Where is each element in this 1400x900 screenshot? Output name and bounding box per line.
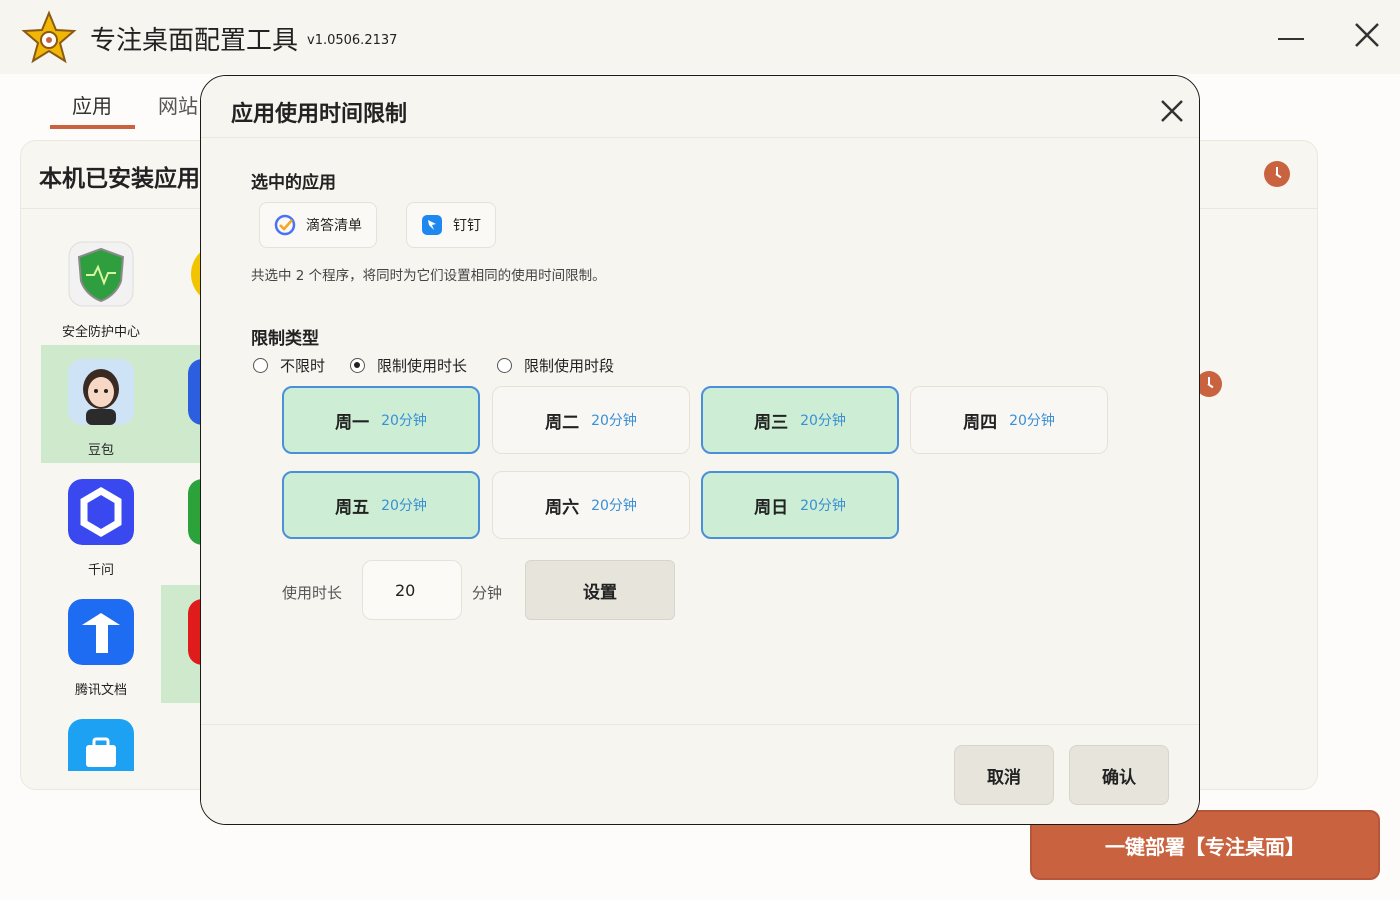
duration-label: 使用时长 xyxy=(282,584,343,602)
dingtalk-icon xyxy=(422,215,442,235)
app-item[interactable] xyxy=(41,705,161,771)
time-limit-dialog: 应用使用时间限制 选中的应用 滴答清单 钉钉 共选中 2 个程序，将同时为它们设… xyxy=(200,75,1200,825)
clock-icon[interactable] xyxy=(1264,161,1290,187)
qianwen-icon xyxy=(68,479,134,545)
day-name: 周四 xyxy=(963,412,998,433)
day-name: 周三 xyxy=(754,412,789,433)
selected-app-label: 钉钉 xyxy=(453,218,481,234)
doubao-avatar-icon xyxy=(68,359,134,425)
day-card-sat[interactable]: 周六 20分钟 xyxy=(492,471,690,539)
day-name: 周一 xyxy=(335,412,370,433)
app-version: v1.0506.2137 xyxy=(307,33,398,48)
app-item[interactable]: 腾讯文档 xyxy=(41,585,161,703)
selected-app-label: 滴答清单 xyxy=(306,218,362,234)
day-name: 周五 xyxy=(335,497,370,518)
app-label: 腾讯文档 xyxy=(74,683,127,698)
radio-button[interactable] xyxy=(253,358,268,373)
radio-limit-duration[interactable]: 限制使用时长 xyxy=(350,355,467,376)
dida-check-icon xyxy=(274,214,296,236)
selection-hint: 共选中 2 个程序，将同时为它们设置相同的使用时间限制。 xyxy=(251,268,606,284)
day-card-tue[interactable]: 周二 20分钟 xyxy=(492,386,690,454)
day-card-fri[interactable]: 周五 20分钟 xyxy=(282,471,480,539)
radio-no-limit[interactable]: 不限时 xyxy=(253,355,325,376)
duration-unit: 分钟 xyxy=(472,584,503,602)
app-item[interactable]: 千问 xyxy=(41,465,161,583)
toolbox-icon xyxy=(68,719,134,771)
selected-app-chip: 滴答清单 xyxy=(259,202,377,248)
panel-title: 本机已安装应用 xyxy=(39,166,200,192)
day-name: 周二 xyxy=(545,412,580,433)
day-name: 周六 xyxy=(545,497,580,518)
tab-apps[interactable]: 应用 xyxy=(72,90,112,119)
day-card-mon[interactable]: 周一 20分钟 xyxy=(282,386,480,454)
day-value: 20分钟 xyxy=(381,413,427,429)
day-value: 20分钟 xyxy=(591,498,637,514)
set-button[interactable]: 设置 xyxy=(525,560,675,620)
selected-app-chip: 钉钉 xyxy=(406,202,496,248)
minimize-icon[interactable] xyxy=(1276,24,1306,54)
star-medal-icon xyxy=(21,10,77,64)
day-name: 周日 xyxy=(754,497,789,518)
tencent-docs-icon xyxy=(68,599,134,665)
radio-label: 限制使用时长 xyxy=(377,357,468,375)
shield-icon xyxy=(68,241,134,307)
close-icon[interactable] xyxy=(1157,96,1187,126)
app-item[interactable]: 安全防护中心 xyxy=(41,227,161,345)
day-card-wed[interactable]: 周三 20分钟 xyxy=(701,386,899,454)
day-value: 20分钟 xyxy=(591,413,637,429)
day-value: 20分钟 xyxy=(800,498,846,514)
app-label: 千问 xyxy=(87,563,114,578)
day-value: 20分钟 xyxy=(800,413,846,429)
radio-button[interactable] xyxy=(497,358,512,373)
dialog-title: 应用使用时间限制 xyxy=(231,102,408,127)
title-bar: 专注桌面配置工具 v1.0506.2137 xyxy=(0,0,1400,74)
radio-label: 不限时 xyxy=(280,357,326,375)
duration-input[interactable] xyxy=(362,560,462,620)
dialog-footer: 取消 确认 xyxy=(201,724,1199,824)
app-label: 安全防护中心 xyxy=(61,325,140,340)
dialog-body: 选中的应用 滴答清单 钉钉 共选中 2 个程序，将同时为它们设置相同的使用时间限… xyxy=(201,138,1199,724)
selected-apps-title: 选中的应用 xyxy=(251,173,336,193)
day-card-thu[interactable]: 周四 20分钟 xyxy=(910,386,1108,454)
day-value: 20分钟 xyxy=(381,498,427,514)
day-card-sun[interactable]: 周日 20分钟 xyxy=(701,471,899,539)
close-icon[interactable] xyxy=(1352,20,1382,50)
app-item[interactable]: 豆包 xyxy=(41,345,161,463)
radio-limit-period[interactable]: 限制使用时段 xyxy=(497,355,614,376)
confirm-button[interactable]: 确认 xyxy=(1069,745,1169,805)
limit-type-title: 限制类型 xyxy=(251,329,319,349)
day-value: 20分钟 xyxy=(1009,413,1055,429)
cancel-button[interactable]: 取消 xyxy=(954,745,1054,805)
active-tab-indicator xyxy=(50,125,135,129)
radio-button[interactable] xyxy=(350,358,365,373)
dialog-header: 应用使用时间限制 xyxy=(201,76,1199,138)
app-title: 专注桌面配置工具 xyxy=(90,26,299,56)
tab-websites[interactable]: 网站 xyxy=(158,90,198,119)
app-label: 豆包 xyxy=(87,443,114,458)
radio-label: 限制使用时段 xyxy=(524,357,615,375)
